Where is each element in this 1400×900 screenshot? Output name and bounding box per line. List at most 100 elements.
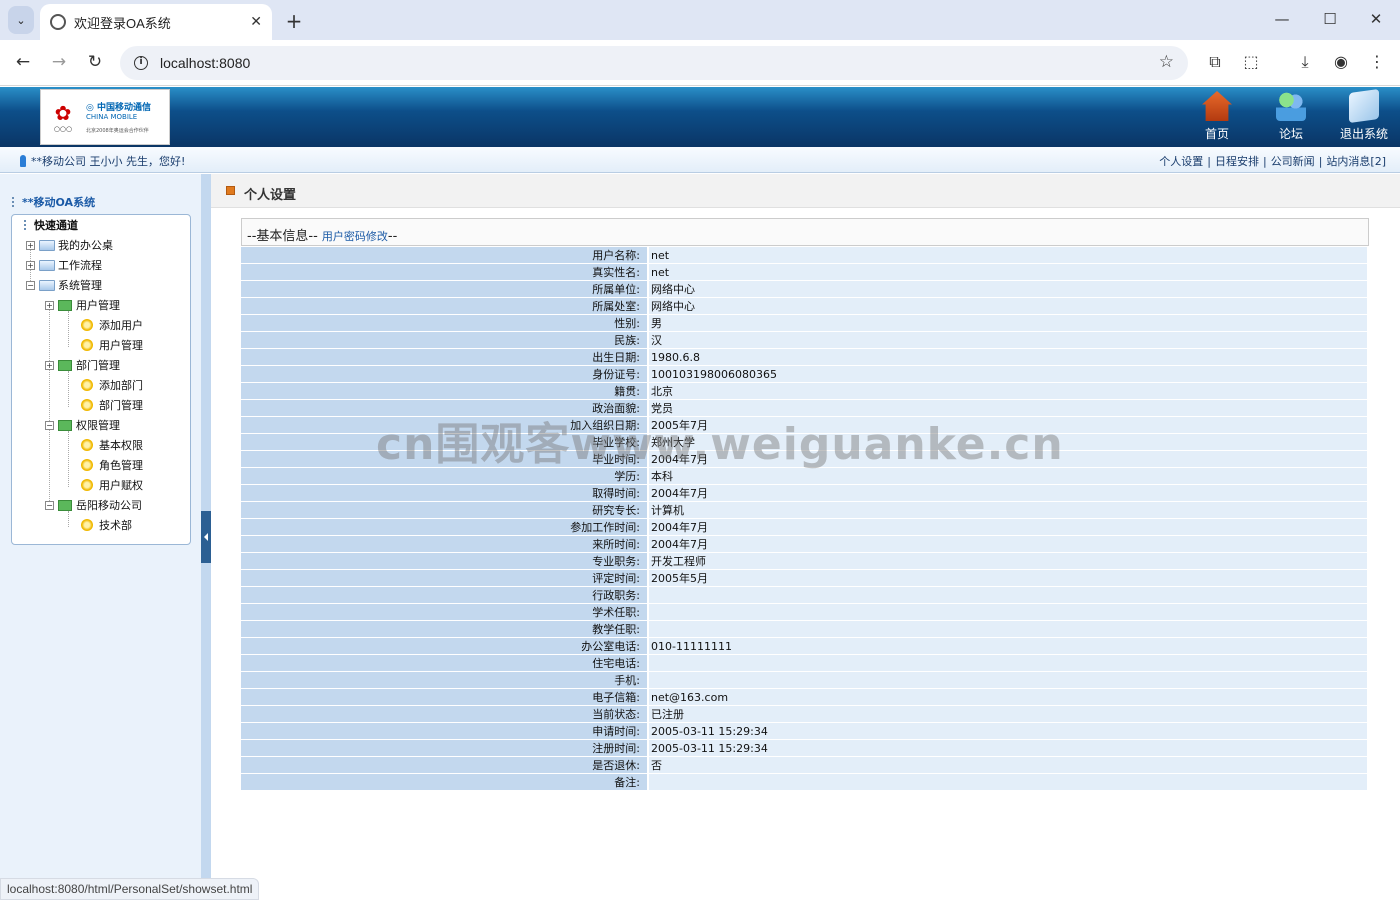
field-label: 行政职务: — [241, 587, 647, 604]
download-icon[interactable]: ⤓ — [1294, 52, 1316, 72]
field-value — [649, 587, 1367, 604]
sidebar: **移动OA系统 快速通道 + 我的办公桌 + 工作流程 − 系统管理 + 用户管理 添… — [0, 174, 201, 900]
field-label: 申请时间: — [241, 723, 647, 740]
table-row: 评定时间: 2005年5月 — [241, 570, 1367, 587]
user-greeting: **移动公司 王小小 先生，您好! — [20, 153, 185, 169]
forward-icon[interactable]: → — [48, 52, 70, 72]
link-personal-settings[interactable]: 个人设置 — [1159, 155, 1203, 168]
field-value: 计算机 — [649, 502, 1367, 519]
bookmark-star-icon[interactable]: ☆ — [1159, 52, 1174, 72]
field-label: 教学任职: — [241, 621, 647, 638]
tree-item-basic-perm[interactable]: 基本权限 — [81, 437, 143, 453]
tree-item-user-mgmt[interactable]: + 用户管理 — [45, 297, 120, 313]
profile-icon[interactable]: ◉ — [1330, 52, 1352, 71]
quick-access[interactable]: 快速通道 — [24, 217, 78, 233]
tree-item-add-user[interactable]: 添加用户 — [81, 317, 143, 333]
tree-label: 工作流程 — [58, 259, 102, 272]
tree-label: 技术部 — [99, 519, 132, 532]
field-label: 备注: — [241, 774, 647, 791]
nav-exit[interactable]: 退出系统 — [1334, 88, 1394, 142]
nav-forum[interactable]: 论坛 — [1261, 91, 1321, 142]
logo: ✿ ○○○ ◎ 中国移动通信 CHINA MOBILE 北京2008年奥运会合作… — [40, 89, 170, 145]
forum-icon — [1276, 91, 1306, 121]
section-suffix: -- — [387, 229, 398, 244]
tree-item-dept-mgmt[interactable]: + 部门管理 — [45, 357, 120, 373]
gear-icon — [81, 319, 93, 331]
field-value: net@163.com — [649, 689, 1367, 706]
table-row: 教学任职: — [241, 621, 1367, 638]
field-value: 1980.6.8 — [649, 349, 1367, 366]
tab-title: 欢迎登录OA系统 — [74, 15, 171, 31]
gear-icon — [81, 439, 93, 451]
site-info-icon[interactable]: i — [134, 56, 148, 70]
field-label: 学历: — [241, 468, 647, 485]
status-bar-url: localhost:8080/html/PersonalSet/showset.… — [0, 878, 260, 900]
tree-item-user-grant[interactable]: 用户赋权 — [81, 477, 143, 493]
field-value: 否 — [649, 757, 1367, 774]
gear-icon — [81, 399, 93, 411]
tree-item-my-desk[interactable]: + 我的办公桌 — [26, 237, 113, 253]
quick-access-label: 快速通道 — [34, 219, 78, 232]
field-label: 研究专长: — [241, 502, 647, 519]
home-icon — [1202, 91, 1232, 121]
field-label: 身份证号: — [241, 366, 647, 383]
collapse-sidebar-icon[interactable] — [201, 511, 211, 563]
tree-item-dept-list[interactable]: 部门管理 — [81, 397, 143, 413]
table-row: 加入组织日期: 2005年7月 — [241, 417, 1367, 434]
tree-item-workflow[interactable]: + 工作流程 — [26, 257, 102, 273]
tree-label: 岳阳移动公司 — [76, 499, 142, 512]
tree-item-add-dept[interactable]: 添加部门 — [81, 377, 143, 393]
field-value: 2004年7月 — [649, 451, 1367, 468]
extensions-icon[interactable]: ⬚ — [1240, 52, 1262, 71]
tree-label: 用户赋权 — [99, 479, 143, 492]
tree-label: 角色管理 — [99, 459, 143, 472]
field-value: 2005年5月 — [649, 570, 1367, 587]
sidebar-title: **移动OA系统 — [12, 194, 95, 210]
field-value: 010-11111111 — [649, 638, 1367, 655]
panel-splitter[interactable] — [201, 174, 211, 900]
tree-item-tech-dept[interactable]: 技术部 — [81, 517, 132, 533]
field-value: 2004年7月 — [649, 536, 1367, 553]
cast-icon[interactable]: ⧉ — [1204, 52, 1226, 72]
new-tab-button[interactable]: + — [283, 9, 305, 33]
tree-label: 用户管理 — [76, 299, 120, 312]
change-password-link[interactable]: 用户密码修改 — [322, 230, 388, 243]
maximize-icon[interactable]: ☐ — [1320, 10, 1340, 28]
link-messages[interactable]: 站内消息[2] — [1326, 155, 1386, 168]
profile-table: 用户名称: net 真实性名: net 所属单位: 网络中心 所属处室: 网络中心 性别: 男民族… — [241, 247, 1367, 791]
url-text: localhost:8080 — [160, 55, 251, 71]
field-label: 办公室电话: — [241, 638, 647, 655]
table-row: 身份证号: 100103198006080365 — [241, 366, 1367, 383]
tree-label: 基本权限 — [99, 439, 143, 452]
main-content: 个人设置 --基本信息-- 用户密码修改-- 用户名称: net 真实性名: net 所… — [211, 174, 1400, 900]
folder-icon — [39, 259, 55, 271]
tree-item-system-mgmt[interactable]: − 系统管理 — [26, 277, 102, 293]
menu-icon[interactable]: ⋮ — [1366, 52, 1388, 71]
exit-icon — [1349, 88, 1379, 124]
reload-icon[interactable]: ↻ — [84, 52, 106, 72]
tree-item-yueyang-company[interactable]: − 岳阳移动公司 — [45, 497, 142, 513]
field-value: 2005-03-11 15:29:34 — [649, 740, 1367, 757]
section-title: --基本信息-- — [247, 229, 318, 244]
nav-home-label: 首页 — [1204, 127, 1229, 141]
url-field[interactable]: i localhost:8080 ☆ — [120, 46, 1188, 80]
field-value — [649, 604, 1367, 621]
nav-home[interactable]: 首页 — [1187, 91, 1247, 142]
field-value: 男 — [649, 315, 1367, 332]
field-label: 电子信箱: — [241, 689, 647, 706]
field-value: 北京 — [649, 383, 1367, 400]
window-close-icon[interactable]: ✕ — [1366, 10, 1386, 28]
tree-item-perm-mgmt[interactable]: − 权限管理 — [45, 417, 120, 433]
browser-tab[interactable]: 欢迎登录OA系统 ✕ — [40, 4, 272, 40]
tab-close-icon[interactable]: ✕ — [250, 14, 262, 30]
minimize-icon[interactable]: — — [1272, 10, 1292, 28]
table-row: 所属单位: 网络中心 — [241, 281, 1367, 298]
address-bar: ← → ↻ i localhost:8080 ☆ ⧉ ⬚ ⤓ ◉ ⋮ — [0, 40, 1400, 86]
tab-search-icon[interactable]: ⌄ — [8, 6, 34, 34]
back-icon[interactable]: ← — [12, 52, 34, 72]
tree-item-role-mgmt[interactable]: 角色管理 — [81, 457, 143, 473]
link-company-news[interactable]: 公司新闻 — [1271, 155, 1315, 168]
tree-item-user-list[interactable]: 用户管理 — [81, 337, 143, 353]
gear-icon — [81, 379, 93, 391]
link-schedule[interactable]: 日程安排 — [1215, 155, 1259, 168]
